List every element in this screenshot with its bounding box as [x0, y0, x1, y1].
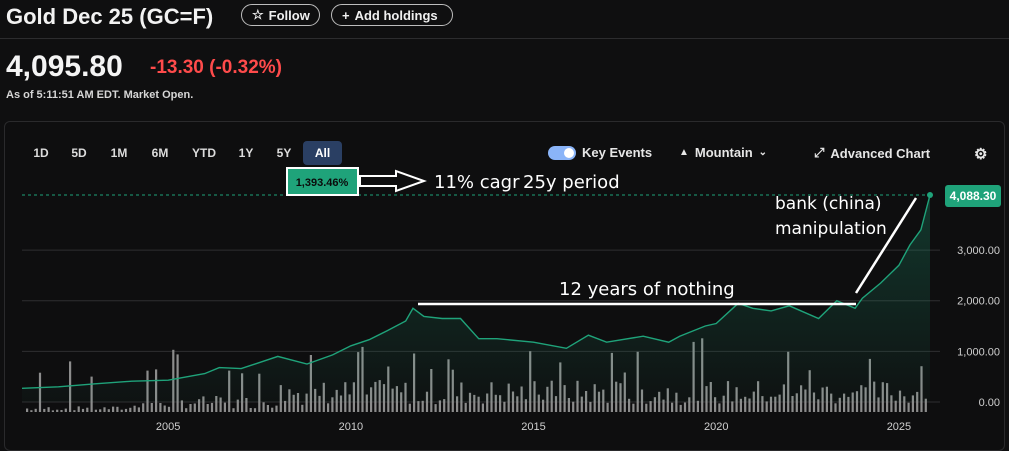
period-change-text: 1,393.46%: [296, 177, 349, 189]
volume-bar: [107, 409, 110, 412]
volume-bar: [438, 400, 441, 412]
volume-bar: [649, 401, 652, 412]
volume-bar: [112, 406, 115, 412]
volume-bar: [765, 401, 768, 412]
annotation-cagr: 11% cagr: [434, 172, 520, 193]
volume-bar: [421, 400, 424, 412]
x-tick-label: 2025: [887, 421, 911, 433]
volume-bar: [481, 403, 484, 412]
volume-bar: [51, 410, 54, 412]
volume-bar: [262, 402, 265, 412]
volume-bar: [683, 402, 687, 412]
volume-bar: [223, 402, 226, 412]
volume-bar: [120, 409, 123, 412]
volume-bar: [907, 402, 910, 412]
volume-bar: [43, 408, 46, 412]
volume-bar: [193, 403, 196, 412]
volume-bar: [56, 409, 59, 412]
volume-bar: [77, 406, 80, 412]
volume-bar: [503, 401, 506, 412]
volume-bar: [417, 401, 420, 412]
volume-bar: [327, 403, 330, 412]
y-tick-label: 3,000.00: [957, 245, 1000, 257]
volume-bar: [133, 405, 136, 412]
volume-bar: [834, 403, 837, 412]
volume-bar: [86, 407, 89, 412]
volume-bar: [116, 406, 119, 412]
x-tick-label: 2010: [339, 421, 363, 433]
volume-bar: [434, 404, 437, 412]
volume-bar: [60, 410, 63, 412]
annotation-12-years: 12 years of nothing: [559, 279, 735, 300]
volume-bar: [249, 408, 252, 412]
volume-bar: [632, 403, 635, 412]
last-price-badge-text: 4,088.30: [950, 189, 997, 203]
volume-bar: [159, 403, 162, 412]
volume-bar: [266, 405, 269, 412]
price-chart: 0.00 1,000.00 2,000.00 3,000.00 2005 2010 201…: [21, 167, 1001, 433]
last-price-dot: [927, 192, 933, 198]
volume-bar: [150, 403, 153, 412]
x-tick-label: 2015: [521, 421, 545, 433]
volume-bar: [163, 405, 166, 412]
volume-bar: [206, 404, 209, 412]
volume-bar: [464, 402, 467, 412]
volume-bar: [894, 400, 897, 412]
volume-bar: [671, 402, 674, 412]
y-tick-label: 1,000.00: [957, 346, 1000, 358]
volume-bar: [271, 407, 274, 412]
volume-bar: [81, 408, 85, 412]
volume-bar: [99, 409, 102, 412]
volume-bar: [606, 402, 609, 412]
volume-bar: [731, 401, 734, 412]
volume-bar: [34, 408, 37, 412]
y-tick-label: 2,000.00: [957, 296, 1000, 308]
annotation-bank-china: bank (china): [775, 194, 882, 214]
volume-bar: [30, 410, 33, 412]
volume-bar: [73, 410, 76, 412]
x-tick-label: 2020: [704, 421, 728, 433]
volume-bar: [301, 404, 304, 412]
volume-bar: [408, 403, 411, 412]
volume-bar: [137, 407, 140, 412]
volume-bar: [189, 404, 192, 412]
x-tick-label: 2005: [156, 421, 180, 433]
volume-bar: [129, 407, 132, 412]
volume-bar: [64, 408, 67, 412]
volume-bar: [142, 403, 145, 412]
arrow-right-icon: [359, 169, 427, 193]
volume-bar: [275, 405, 278, 412]
volume-bar: [185, 408, 188, 412]
volume-bar: [210, 402, 214, 412]
volume-bar: [94, 409, 97, 412]
volume-bar: [696, 400, 699, 412]
volume-bar: [26, 408, 29, 412]
annotation-period: 25y period: [523, 172, 620, 193]
volume-bar: [180, 400, 183, 412]
volume-bar: [679, 404, 682, 412]
volume-bar: [645, 403, 648, 412]
volume-bar: [124, 408, 128, 412]
annotation-manipulation: manipulation: [775, 219, 887, 239]
volume-bar: [589, 401, 592, 412]
volume-bar: [47, 407, 50, 412]
volume-bar: [718, 403, 721, 412]
volume-bar: [103, 407, 106, 412]
volume-bar: [284, 400, 287, 412]
volume-bar: [167, 406, 171, 412]
volume-bar: [253, 408, 257, 412]
volume-bar: [572, 401, 575, 412]
volume-bar: [232, 408, 235, 412]
y-tick-label: 0.00: [979, 397, 1000, 409]
